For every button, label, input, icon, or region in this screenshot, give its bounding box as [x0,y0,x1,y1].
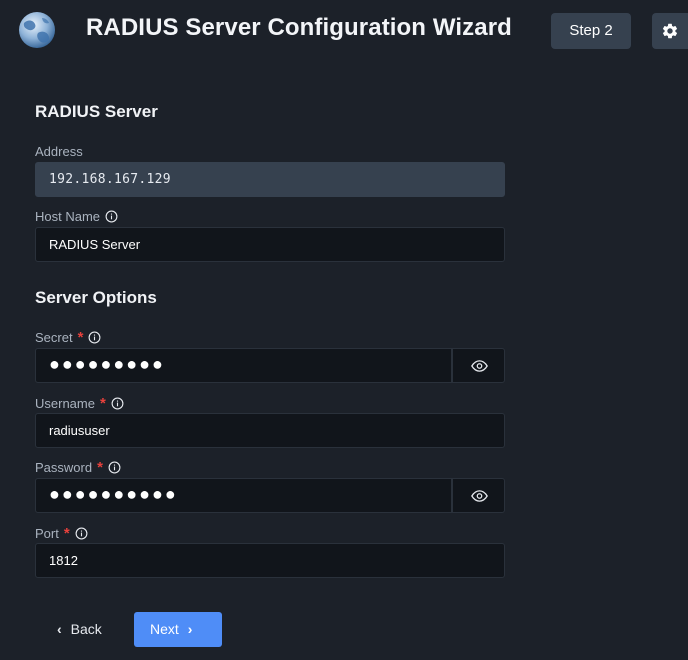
header-bar: RADIUS Server Configuration Wizard Step … [0,0,688,64]
back-button-label: Back [70,621,102,637]
password-field[interactable]: ●●●●●●●●●● [35,478,452,513]
back-button[interactable]: ‹ Back [47,612,119,647]
required-asterisk: * [97,459,103,476]
info-icon[interactable] [111,397,124,410]
username-label: Username * [35,396,124,411]
settings-button[interactable] [652,13,688,49]
section-title-radius-server: RADIUS Server [35,102,158,121]
secret-field[interactable]: ●●●●●●●●● [35,348,452,383]
username-label-text: Username [35,396,95,411]
host-name-field[interactable]: RADIUS Server [35,227,505,262]
next-button-label: Next [150,621,179,637]
show-password-button[interactable] [452,478,505,513]
port-label: Port * [35,526,88,541]
eye-icon [471,490,488,502]
show-secret-button[interactable] [452,348,505,383]
eye-icon [471,360,488,372]
password-label-text: Password [35,460,93,475]
password-label: Password * [35,460,121,475]
info-icon[interactable] [75,527,88,540]
step-button[interactable]: Step 2 [551,13,631,49]
required-asterisk: * [99,395,106,412]
chevron-right-icon: › [187,621,193,637]
secret-label: Secret * [35,330,101,345]
address-field[interactable]: 192.168.167.129 [35,162,505,197]
next-button[interactable]: Next › [134,612,222,647]
required-asterisk: * [77,329,84,346]
section-title-server-options: Server Options [35,288,157,307]
required-asterisk: * [63,525,70,542]
host-name-label: Host Name [35,209,118,224]
gear-icon [662,23,678,39]
globe-icon [19,12,55,48]
username-field[interactable]: radiususer [35,413,505,448]
host-name-label-text: Host Name [35,209,101,224]
secret-label-text: Secret [35,330,73,345]
chevron-left-icon: ‹ [57,621,62,637]
port-field[interactable]: 1812 [35,543,505,578]
info-icon[interactable] [108,461,121,474]
address-label-text: Address [35,144,83,159]
address-label: Address [35,144,83,159]
info-icon[interactable] [88,331,101,344]
port-label-text: Port [35,526,59,541]
page-title: RADIUS Server Configuration Wizard [86,14,512,41]
info-icon[interactable] [105,210,118,223]
